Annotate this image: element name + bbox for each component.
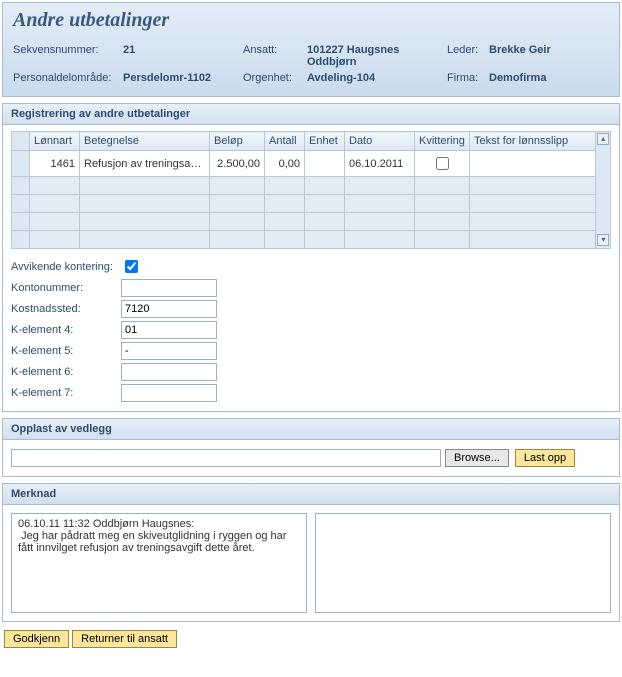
- col-antall[interactable]: Antall: [265, 132, 305, 151]
- firma-value: Demofirma: [489, 72, 609, 84]
- col-betegnelse[interactable]: Betegnelse: [80, 132, 210, 151]
- kontonummer-label: Kontonummer:: [11, 282, 121, 294]
- info-row-1: Sekvensnummer: 21 Ansatt: 101227 Haugsne…: [13, 42, 609, 70]
- table-row[interactable]: [12, 195, 596, 213]
- action-bar: Godkjenn Returner til ansatt: [0, 624, 622, 658]
- cell-betegnelse[interactable]: Refusjon av treningsavg.: [80, 151, 210, 177]
- avvikende-checkbox[interactable]: [125, 260, 138, 273]
- cell-dato[interactable]: 06.10.2011: [345, 151, 415, 177]
- sekvensnummer-label: Sekvensnummer:: [13, 44, 123, 68]
- ansatt-label: Ansatt:: [243, 44, 307, 68]
- return-button[interactable]: Returner til ansatt: [72, 630, 177, 648]
- col-belop[interactable]: Beløp: [210, 132, 265, 151]
- k5-label: K-element 5:: [11, 345, 121, 357]
- cell-tekst[interactable]: [470, 151, 596, 177]
- k6-input[interactable]: [121, 363, 217, 381]
- kostnadssted-label: Kostnadssted:: [11, 303, 121, 315]
- merknad-section: Merknad 06.10.11 11:32 Oddbjørn Haugsnes…: [2, 483, 620, 622]
- grid-corner: [12, 132, 30, 151]
- firma-label: Firma:: [447, 72, 489, 84]
- vedlegg-header: Opplast av vedlegg: [3, 419, 619, 440]
- table-row[interactable]: [12, 213, 596, 231]
- grid-scrollbar[interactable]: ▴ ▾: [595, 131, 611, 249]
- col-tekst[interactable]: Tekst for lønnsslipp: [470, 132, 596, 151]
- ansatt-value: 101227 Haugsnes Oddbjørn: [307, 44, 447, 68]
- approve-button[interactable]: Godkjenn: [4, 630, 69, 648]
- header-panel: Andre utbetalinger Sekvensnummer: 21 Ans…: [2, 2, 620, 97]
- persomr-value: Persdelomr-1102: [123, 72, 243, 84]
- k4-label: K-element 4:: [11, 324, 121, 336]
- registrering-section: Registrering av andre utbetalinger Lønna…: [2, 103, 620, 412]
- orgenhet-value: Avdeling-104: [307, 72, 427, 84]
- scroll-down-icon[interactable]: ▾: [597, 234, 609, 246]
- utbetalinger-grid: Lønnart Betegnelse Beløp Antall Enhet Da…: [11, 131, 596, 249]
- sekvensnummer-value: 21: [123, 44, 243, 68]
- merknad-readonly: 06.10.11 11:32 Oddbjørn Haugsnes: Jeg ha…: [11, 513, 307, 613]
- avvikende-label: Avvikende kontering:: [11, 261, 121, 273]
- table-row[interactable]: [12, 177, 596, 195]
- file-path-input[interactable]: [11, 449, 441, 467]
- info-row-2: Personaldelområde: Persdelomr-1102 Orgen…: [13, 70, 609, 86]
- k5-input[interactable]: [121, 342, 217, 360]
- k7-label: K-element 7:: [11, 387, 121, 399]
- persomr-label: Personaldelområde:: [13, 72, 123, 84]
- grid-header-row: Lønnart Betegnelse Beløp Antall Enhet Da…: [12, 132, 596, 151]
- merknad-edit[interactable]: [315, 513, 611, 613]
- k6-label: K-element 6:: [11, 366, 121, 378]
- upload-button[interactable]: Last opp: [515, 449, 575, 467]
- browse-button[interactable]: Browse...: [445, 449, 509, 467]
- cell-antall[interactable]: 0,00: [265, 151, 305, 177]
- k7-input[interactable]: [121, 384, 217, 402]
- registrering-header: Registrering av andre utbetalinger: [3, 104, 619, 125]
- cell-enhet[interactable]: [305, 151, 345, 177]
- leder-value: Brekke Geir: [489, 44, 609, 68]
- table-row[interactable]: [12, 231, 596, 249]
- vedlegg-section: Opplast av vedlegg Browse... Last opp: [2, 418, 620, 477]
- page-title: Andre utbetalinger: [13, 9, 609, 32]
- col-dato[interactable]: Dato: [345, 132, 415, 151]
- kvittering-checkbox[interactable]: [436, 157, 449, 170]
- cell-kvittering[interactable]: [415, 151, 470, 177]
- k4-input[interactable]: [121, 321, 217, 339]
- col-kvittering[interactable]: Kvittering: [415, 132, 470, 151]
- merknad-header: Merknad: [3, 484, 619, 505]
- cell-belop[interactable]: 2.500,00: [210, 151, 265, 177]
- leder-label: Leder:: [447, 44, 489, 68]
- row-selector[interactable]: [12, 151, 30, 177]
- cell-lonnart[interactable]: 1461: [30, 151, 80, 177]
- col-enhet[interactable]: Enhet: [305, 132, 345, 151]
- table-row[interactable]: 1461 Refusjon av treningsavg. 2.500,00 0…: [12, 151, 596, 177]
- kontonummer-input[interactable]: [121, 279, 217, 297]
- kostnadssted-input[interactable]: [121, 300, 217, 318]
- scroll-up-icon[interactable]: ▴: [597, 133, 609, 145]
- orgenhet-label: Orgenhet:: [243, 72, 307, 84]
- col-lonnart[interactable]: Lønnart: [30, 132, 80, 151]
